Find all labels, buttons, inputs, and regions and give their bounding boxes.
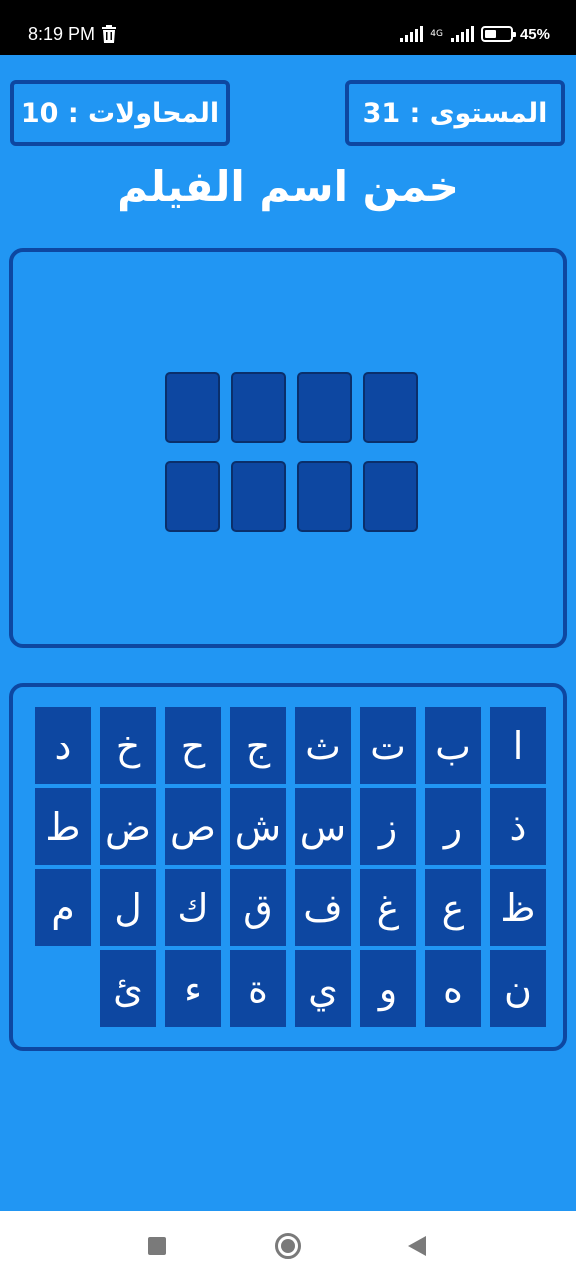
battery-percent: 45%	[519, 25, 550, 43]
status-indicators: 4G 45%	[400, 22, 550, 46]
letter-key[interactable]: غ	[360, 869, 416, 946]
letter-key[interactable]: ذ	[490, 788, 546, 865]
letter-key[interactable]: ب	[425, 707, 481, 784]
answer-slot[interactable]	[363, 372, 418, 443]
answer-slot[interactable]	[165, 461, 220, 532]
letter-keyboard: ابتثجحخد ذرزسشصضط ظعغفقكلم نهويةءئ	[34, 707, 546, 1031]
status-bar: 8:19 PM 4G 45%	[0, 0, 576, 55]
system-nav-bar	[0, 1211, 576, 1280]
game-title: خمن اسم الفيلم	[117, 162, 459, 211]
trash-icon	[102, 25, 116, 43]
letter-key[interactable]: ث	[295, 707, 351, 784]
attempts-counter: المحاولات : 10	[10, 80, 230, 146]
letter-key[interactable]: ي	[295, 950, 351, 1027]
letter-key[interactable]: ش	[230, 788, 286, 865]
letter-key[interactable]: ت	[360, 707, 416, 784]
level-text: المستوى : 31	[362, 97, 548, 129]
answer-slot[interactable]	[363, 461, 418, 532]
answer-row-2	[165, 461, 418, 532]
answer-slot[interactable]	[231, 461, 286, 532]
attempts-text: المحاولات : 10	[20, 97, 220, 129]
letter-key[interactable]: ة	[230, 950, 286, 1027]
signal-icon	[400, 26, 424, 42]
letter-key[interactable]: خ	[100, 707, 156, 784]
home-icon[interactable]	[275, 1233, 301, 1259]
status-time: 8:19 PM	[28, 24, 96, 44]
letter-key[interactable]: م	[35, 869, 91, 946]
letter-key[interactable]: ح	[165, 707, 221, 784]
recent-apps-icon[interactable]	[148, 1237, 166, 1255]
answer-slot[interactable]	[165, 372, 220, 443]
answer-panel	[9, 248, 567, 648]
letter-key[interactable]: ه	[425, 950, 481, 1027]
letter-key[interactable]: ر	[425, 788, 481, 865]
letter-key[interactable]: ع	[425, 869, 481, 946]
answer-slot[interactable]	[231, 372, 286, 443]
letter-key[interactable]: ط	[35, 788, 91, 865]
battery-fill	[484, 30, 496, 38]
battery-icon	[480, 26, 516, 42]
letter-key[interactable]: ا	[490, 707, 546, 784]
letter-key[interactable]: ظ	[490, 869, 546, 946]
letter-key[interactable]: ج	[230, 707, 286, 784]
letter-keyboard-panel: ابتثجحخد ذرزسشصضط ظعغفقكلم نهويةءئ	[9, 683, 567, 1051]
game-screen: المستوى : 31 المحاولات : 10 خمن اسم الفي…	[0, 55, 576, 1211]
level-counter: المستوى : 31	[345, 80, 565, 146]
answer-row-1	[165, 372, 418, 443]
signal-icon	[450, 26, 474, 42]
letter-key[interactable]: ن	[490, 950, 546, 1027]
answer-slot[interactable]	[297, 461, 352, 532]
letter-key[interactable]: ئ	[100, 950, 156, 1027]
letter-key[interactable]: ء	[165, 950, 221, 1027]
letter-key[interactable]: س	[295, 788, 351, 865]
letter-key[interactable]: ض	[100, 788, 156, 865]
letter-key[interactable]: ز	[360, 788, 416, 865]
answer-slot[interactable]	[297, 372, 352, 443]
back-icon[interactable]	[408, 1236, 426, 1256]
letter-key[interactable]: ص	[165, 788, 221, 865]
letter-key[interactable]: ك	[165, 869, 221, 946]
letter-key[interactable]: ق	[230, 869, 286, 946]
network-type-label: 4G	[430, 28, 443, 39]
letter-key[interactable]: ف	[295, 869, 351, 946]
letter-key[interactable]: ل	[100, 869, 156, 946]
letter-key[interactable]: د	[35, 707, 91, 784]
letter-key[interactable]: و	[360, 950, 416, 1027]
